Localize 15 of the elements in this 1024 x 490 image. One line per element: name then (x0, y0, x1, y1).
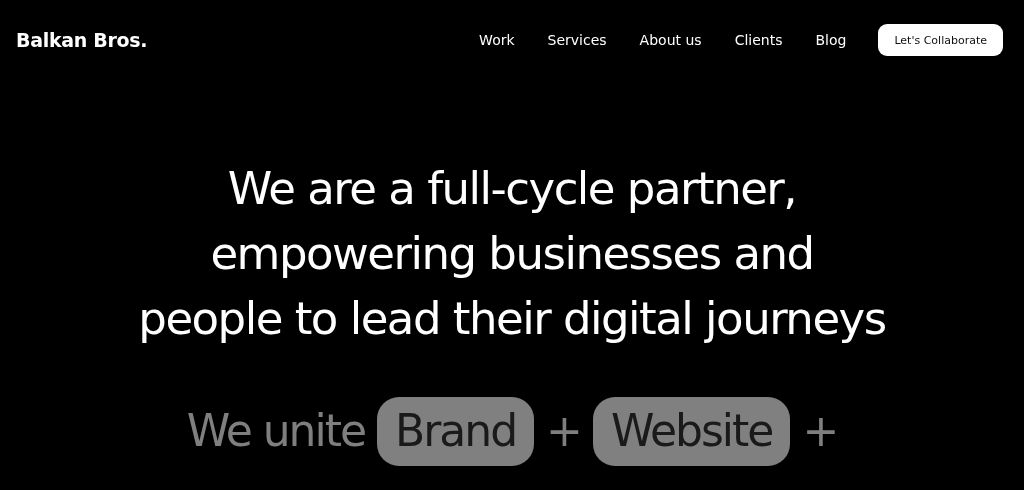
logo[interactable]: Balkan Bros. (16, 29, 148, 51)
headline-line: people to lead their digital journeys (138, 291, 886, 347)
collaborate-button[interactable]: Let's Collaborate (878, 24, 1003, 56)
tag-pill: Website (593, 397, 791, 466)
tagline-text: + (546, 404, 581, 456)
tagline-text: We unite (186, 404, 366, 456)
nav-link[interactable]: Blog (815, 32, 847, 48)
headline-line: We are a full-cycle partner, (227, 161, 797, 217)
tag-pill: Brand (377, 397, 535, 466)
nav-link[interactable]: Clients (734, 32, 783, 48)
nav-link[interactable]: About us (639, 32, 702, 48)
nav-link[interactable]: Services (547, 32, 607, 48)
tagline-text: + (802, 404, 838, 456)
nav-link[interactable]: Work (479, 32, 515, 48)
headline-line: empowering businesses and (210, 226, 814, 282)
